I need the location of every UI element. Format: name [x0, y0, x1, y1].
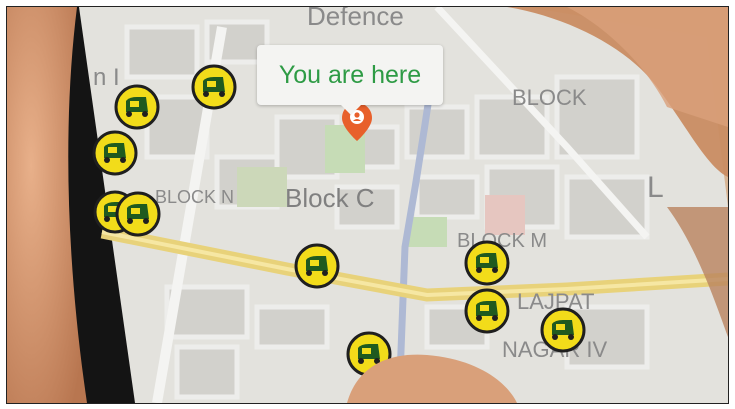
label-block-n: BLOCK N	[155, 187, 234, 207]
park-area	[407, 217, 447, 247]
you-are-here-label: You are here	[278, 60, 422, 89]
auto-rickshaw-icon[interactable]	[114, 84, 160, 130]
auto-rickshaw-icon[interactable]	[294, 243, 340, 289]
park-area	[237, 167, 287, 207]
screenshot-frame: Defence Block C BLOCK N BLOCK BLOCK M LA…	[6, 6, 729, 404]
auto-rickshaw-icon[interactable]	[540, 307, 586, 353]
auto-rickshaw-icon[interactable]	[464, 240, 510, 286]
label-n-left: n I	[93, 64, 120, 91]
auto-rickshaw-icon[interactable]	[191, 64, 237, 110]
hospital-area	[485, 195, 525, 235]
auto-rickshaw-icon[interactable]	[464, 288, 510, 334]
label-block-top: BLOCK	[512, 85, 587, 110]
you-are-here-bubble: You are here	[257, 45, 443, 115]
auto-rickshaw-icon[interactable]	[92, 130, 138, 176]
auto-rickshaw-icon[interactable]	[115, 191, 161, 237]
label-defence: Defence	[307, 7, 404, 31]
label-block-c: Block C	[285, 183, 375, 213]
label-l-right: L	[647, 171, 664, 204]
